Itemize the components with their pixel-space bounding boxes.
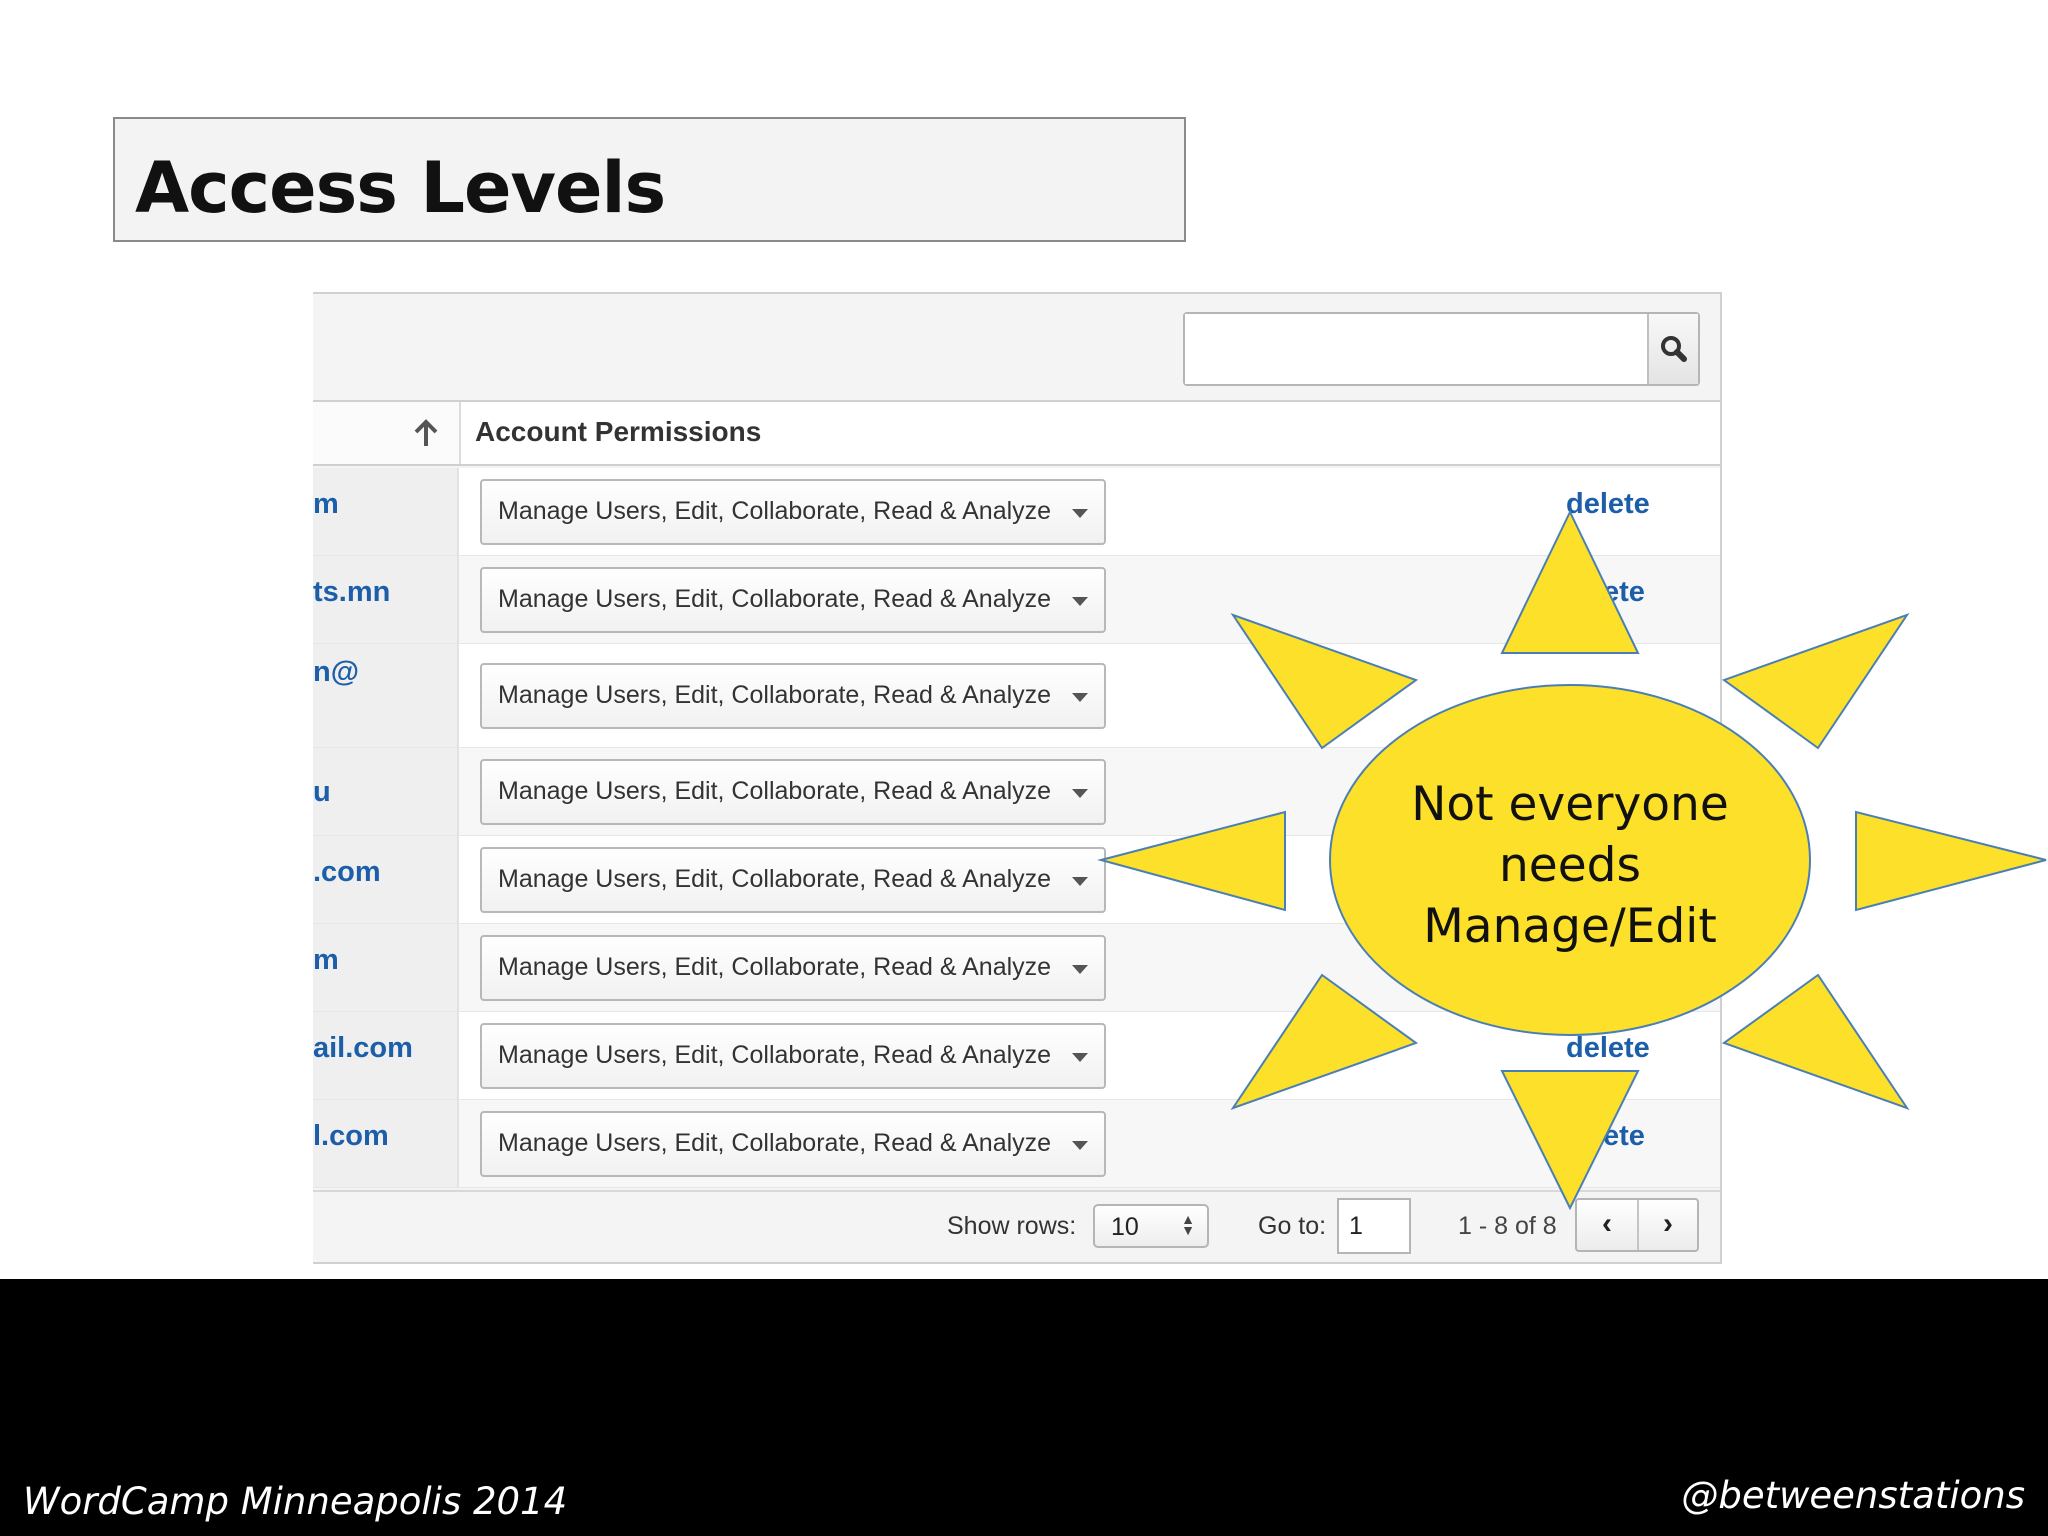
callout-line-2: needs <box>1499 838 1641 893</box>
ray-bottom <box>1500 1070 1640 1211</box>
twitter-handle: @betweenstations <box>1681 1474 2025 1517</box>
sunburst-callout <box>1097 509 2047 1211</box>
ray-bottom-left <box>1230 973 1419 1110</box>
ray-top <box>1500 509 1640 654</box>
ray-left <box>1097 810 1286 912</box>
callout-line-3: Manage/Edit <box>1423 899 1717 954</box>
callout-line-1: Not everyone <box>1411 777 1729 832</box>
ray-top-right <box>1721 613 1910 750</box>
ray-bottom-right <box>1721 973 1910 1110</box>
callout-text: Not everyone needs Manage/Edit <box>1330 774 1810 957</box>
ray-right <box>1855 810 2047 912</box>
event-name: WordCamp Minneapolis 2014 <box>23 1480 568 1523</box>
ray-top-left <box>1230 613 1419 750</box>
